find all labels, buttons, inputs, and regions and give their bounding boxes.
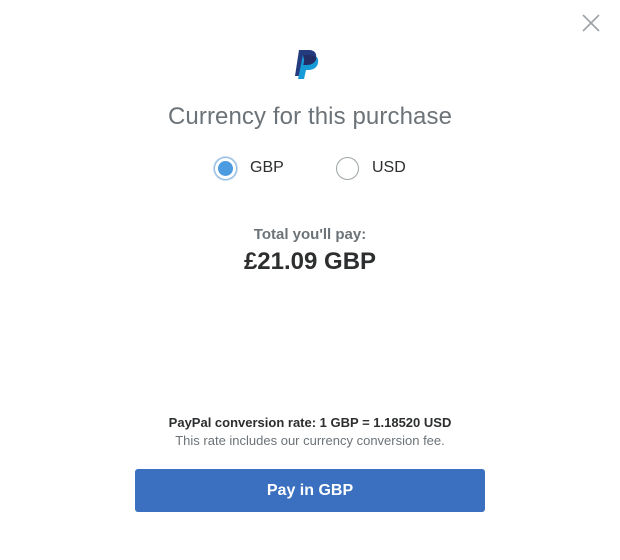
- total-amount: £21.09 GBP: [243, 248, 377, 275]
- currency-option-usd[interactable]: USD: [336, 152, 406, 184]
- conversion-rate: PayPal conversion rate: 1 GBP = 1.18520 …: [168, 415, 452, 430]
- total-label: Total you'll pay:: [253, 226, 367, 243]
- currency-option-gbp[interactable]: GBP: [214, 152, 284, 184]
- currency-dialog: Currency for this purchase GBP USD Total…: [0, 0, 620, 560]
- page-title: Currency for this purchase: [167, 103, 453, 130]
- paypal-logo-icon: [293, 48, 321, 80]
- close-icon[interactable]: [578, 10, 604, 36]
- radio-label-gbp: GBP: [250, 159, 284, 176]
- radio-label-usd: USD: [372, 159, 406, 176]
- radio-usd[interactable]: [336, 156, 359, 180]
- pay-button[interactable]: Pay in GBP: [135, 469, 485, 512]
- radio-gbp[interactable]: [214, 156, 237, 180]
- fee-note: This rate includes our currency conversi…: [175, 433, 445, 448]
